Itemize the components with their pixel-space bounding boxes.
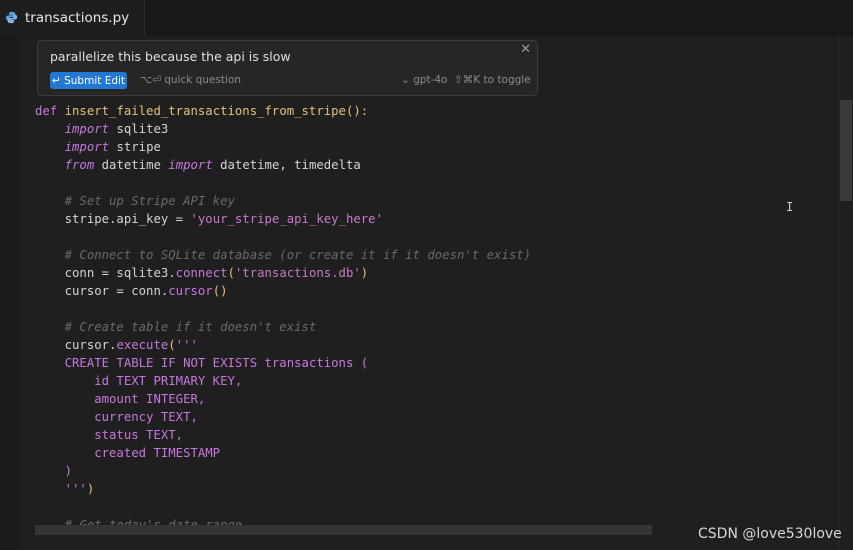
code-line[interactable]: # Create table if it doesn't exist [35,318,825,336]
code-line[interactable]: def insert_failed_transactions_from_stri… [35,102,825,120]
code-token: import [64,140,110,154]
close-icon[interactable]: ✕ [520,42,531,57]
code-line[interactable]: ) [35,462,825,480]
prompt-input[interactable]: parallelize this because the api is slow [50,49,291,64]
code-line[interactable]: ''') [35,480,825,498]
code-token: conn = sqlite3. [35,266,176,280]
code-line[interactable]: # Set up Stripe API key [35,192,825,210]
code-line[interactable]: CREATE TABLE IF NOT EXISTS transactions … [35,354,825,372]
tab-label: transactions.py [25,10,130,26]
code-token: import [168,158,213,172]
code-line[interactable]: cursor = conn.cursor() [35,282,825,300]
code-token: ''' [64,482,87,496]
python-file-icon [5,9,18,28]
code-token: import [64,122,110,136]
code-token: id TEXT PRIMARY KEY, [35,374,243,388]
code-token: connect [175,266,228,280]
code-line[interactable] [35,228,825,246]
code-token: stripe [109,140,161,154]
code-token: datetime [94,158,169,172]
code-line[interactable]: created TIMESTAMP [35,444,825,462]
code-token: def [35,104,65,118]
code-token: datetime, timedelta [212,158,361,172]
code-token: cursor [168,284,213,298]
code-token: status TEXT, [35,428,184,442]
code-line[interactable]: import sqlite3 [35,120,825,138]
model-selector[interactable]: ⌄ gpt-4o [401,74,447,86]
code-token: # Connect to SQLite database (or create … [35,248,532,262]
code-content[interactable]: def insert_failed_transactions_from_stri… [35,102,825,534]
tab-bar: transactions.py [0,0,853,37]
code-token: from [64,158,95,172]
line-gutter [0,36,21,550]
code-line[interactable]: # Connect to SQLite database (or create … [35,246,825,264]
code-line[interactable]: from datetime import datetime, timedelta [35,156,825,174]
code-line[interactable] [35,498,825,516]
tab-transactions-py[interactable]: transactions.py [0,0,145,36]
code-line[interactable] [35,300,825,318]
code-token: CREATE TABLE IF NOT EXISTS transactions … [35,356,369,370]
code-token: 'your_stripe_api_key_here' [190,212,383,226]
code-token: cursor = conn. [35,284,169,298]
horizontal-scrollbar-thumb[interactable] [35,525,652,535]
code-token: () [212,284,228,298]
code-line[interactable]: stripe.api_key = 'your_stripe_api_key_he… [35,210,825,228]
code-token: sqlite3 [109,122,169,136]
code-token: ''' [175,338,198,352]
editor-window: transactions.py def insert_failed_transa… [0,0,853,550]
code-token: # Create table if it doesn't exist [35,320,317,334]
code-line[interactable]: id TEXT PRIMARY KEY, [35,372,825,390]
vertical-scrollbar-thumb[interactable] [840,100,852,201]
code-line[interactable]: amount INTEGER, [35,390,825,408]
quick-question-hint[interactable]: ⌥⏎ quick question [140,74,241,86]
code-token: # Set up Stripe API key [35,194,235,208]
code-token: (): [345,104,369,118]
code-line[interactable]: cursor.execute(''' [35,336,825,354]
code-token: ( [168,338,176,352]
text-cursor-icon: I [786,200,794,214]
code-token: stripe.api_key = [35,212,191,226]
code-token: cursor. [35,338,117,352]
code-token: ( [227,266,235,280]
code-token: 'transactions.db' [234,266,361,280]
code-token: insert_failed_transactions_from_stripe [64,104,346,118]
code-token: ) [86,482,95,496]
code-token: ) [35,464,73,478]
code-token: currency TEXT, [35,410,198,424]
code-line[interactable]: currency TEXT, [35,408,825,426]
code-token: ) [360,266,369,280]
code-line[interactable]: conn = sqlite3.connect('transactions.db'… [35,264,825,282]
toggle-hint: ⇧⌘K to toggle [454,74,531,86]
inline-edit-prompt[interactable]: parallelize this because the api is slow… [37,40,538,96]
code-line[interactable] [35,174,825,192]
watermark: CSDN @love530love [698,526,842,542]
submit-edit-button[interactable]: ↵ Submit Edit [50,72,127,89]
code-token: created TIMESTAMP [35,446,221,460]
code-line[interactable]: import stripe [35,138,825,156]
code-line[interactable]: status TEXT, [35,426,825,444]
code-token: amount INTEGER, [35,392,206,406]
code-token: execute [116,338,169,352]
